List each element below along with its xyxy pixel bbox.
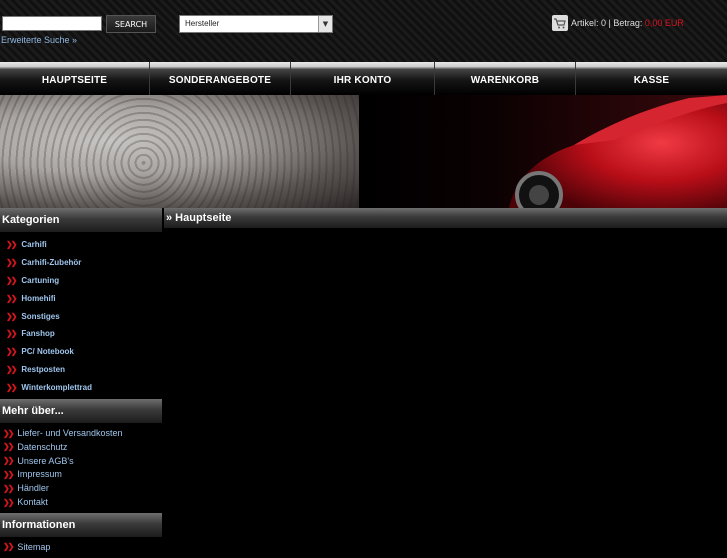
double-arrow-icon: ❯❯ xyxy=(3,442,14,452)
double-arrow-icon: ❯❯ xyxy=(6,329,17,339)
double-arrow-icon: ❯❯ xyxy=(6,275,17,285)
double-arrow-icon: ❯❯ xyxy=(3,456,14,466)
search-input[interactable] xyxy=(2,16,102,31)
double-arrow-icon: ❯❯ xyxy=(3,469,14,479)
more-about-item[interactable]: ❯❯ Unsere AGB's xyxy=(0,454,162,468)
nav-offers[interactable]: SONDERANGEBOTE xyxy=(149,62,290,95)
more-about-item[interactable]: ❯❯ Datenschutz xyxy=(0,440,162,454)
category-item[interactable]: ❯❯ Carhifi xyxy=(0,236,162,254)
information-item[interactable]: ❯❯ Sitemap xyxy=(0,540,162,554)
more-about-list: ❯❯ Liefer- und Versandkosten ❯❯ Datenschut… xyxy=(0,423,162,513)
category-item[interactable]: ❯❯ PC/ Notebook xyxy=(0,343,162,361)
car-illustration xyxy=(509,95,727,208)
double-arrow-icon: ❯❯ xyxy=(6,293,17,303)
double-arrow-icon: ❯❯ xyxy=(3,428,14,438)
category-list: ❯❯ Carhifi ❯❯ Carhifi-Zubehör ❯❯ Cartuning … xyxy=(0,232,162,399)
header-banner xyxy=(0,95,727,208)
double-arrow-icon: ❯❯ xyxy=(6,347,17,357)
double-arrow-icon: ❯❯ xyxy=(3,542,14,552)
more-about-title: Mehr über... xyxy=(0,399,162,424)
category-item[interactable]: ❯❯ Restposten xyxy=(0,361,162,379)
category-item[interactable]: ❯❯ Carhifi-Zubehör xyxy=(0,254,162,272)
more-about-item[interactable]: ❯❯ Händler xyxy=(0,481,162,495)
category-item[interactable]: ❯❯ Fanshop xyxy=(0,325,162,343)
cart-amount: 0,00 EUR xyxy=(644,18,684,28)
sidebar: Kategorien ❯❯ Carhifi ❯❯ Carhifi-Zubehör ❯… xyxy=(0,208,162,558)
cart-summary[interactable]: Artikel: 0 | Betrag: 0,00 EUR xyxy=(552,15,684,31)
more-about-item[interactable]: ❯❯ Kontakt xyxy=(0,495,162,509)
manufacturer-select[interactable]: Hersteller ▼ xyxy=(179,15,333,33)
double-arrow-icon: ❯❯ xyxy=(3,483,14,493)
more-about-item[interactable]: ❯❯ Impressum xyxy=(0,468,162,482)
search-button[interactable]: SEARCH xyxy=(106,15,156,33)
category-item[interactable]: ❯❯ Winterkomplettrad xyxy=(0,378,162,396)
nav-home[interactable]: HAUPTSEITE xyxy=(0,62,149,95)
nav-account[interactable]: IHR KONTO xyxy=(290,62,434,95)
red-car-image xyxy=(359,95,727,208)
double-arrow-icon: ❯❯ xyxy=(6,311,17,321)
cart-icon[interactable] xyxy=(552,15,568,31)
advanced-search-link[interactable]: Erweiterte Suche » xyxy=(1,35,77,45)
double-arrow-icon: ❯❯ xyxy=(6,240,17,250)
double-arrow-icon: ❯❯ xyxy=(6,364,17,374)
nav-cart[interactable]: WARENKORB xyxy=(434,62,575,95)
nav-checkout[interactable]: KASSE xyxy=(575,62,727,95)
category-item[interactable]: ❯❯ Sonstiges xyxy=(0,307,162,325)
breadcrumb: » Hauptseite xyxy=(164,208,727,228)
more-about-item[interactable]: ❯❯ Liefer- und Versandkosten xyxy=(0,426,162,440)
main-navigation: HAUPTSEITE SONDERANGEBOTE IHR KONTO WARE… xyxy=(0,62,727,95)
information-list: ❯❯ Sitemap xyxy=(0,537,162,558)
category-item[interactable]: ❯❯ Cartuning xyxy=(0,272,162,290)
double-arrow-icon: ❯❯ xyxy=(6,382,17,392)
information-title: Informationen xyxy=(0,512,162,537)
grunge-texture-image xyxy=(0,95,359,208)
category-item[interactable]: ❯❯ Homehifi xyxy=(0,289,162,307)
categories-title: Kategorien xyxy=(0,208,162,232)
header-bar: SEARCH Erweiterte Suche » Hersteller ▼ A… xyxy=(0,0,727,62)
double-arrow-icon: ❯❯ xyxy=(6,258,17,268)
cart-count: Artikel: 0 | Betrag: xyxy=(571,18,643,28)
chevron-down-icon[interactable]: ▼ xyxy=(318,16,332,32)
manufacturer-select-value: Hersteller xyxy=(185,19,220,28)
double-arrow-icon: ❯❯ xyxy=(3,497,14,507)
